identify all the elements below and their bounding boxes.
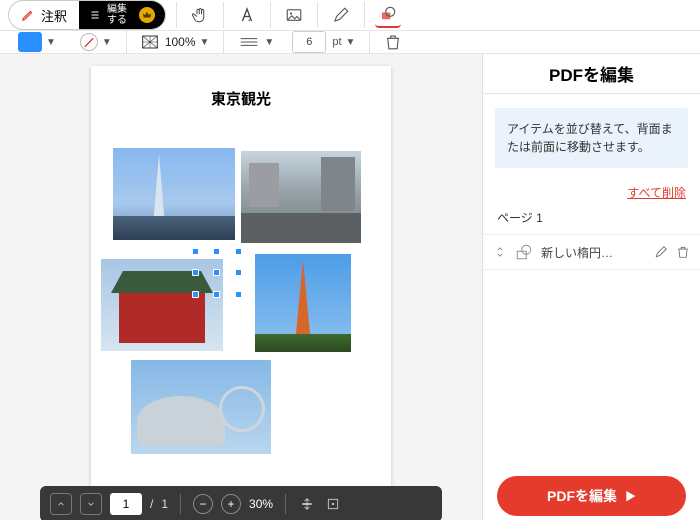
chevron-down-icon [86,499,96,509]
page-next-button[interactable] [80,493,102,515]
trash-icon[interactable] [676,245,690,259]
chevron-down-icon[interactable]: ▼ [346,37,356,48]
arrow-right-icon: ▶ [625,488,636,504]
image-tool[interactable] [281,2,307,28]
draw-tool[interactable] [328,2,354,28]
zoom-level: 30% [249,497,273,511]
property-toolbar: ▼ ▼ 100% ▼ ▼ 6 pt ▼ [0,31,700,54]
scale-value: 100% [165,35,196,49]
property-separator [369,31,370,53]
chevron-up-icon [56,499,66,509]
trash-icon[interactable] [384,33,402,51]
fill-color-swatch[interactable] [18,32,42,52]
hand-icon [191,6,209,24]
image-icon [285,6,303,24]
chevron-down-icon[interactable]: ▼ [102,37,112,48]
text-icon [238,6,256,24]
document-page[interactable]: 東京観光 [91,66,391,486]
document-title: 東京観光 [91,88,391,109]
main-area: 東京観光 [0,54,700,520]
crown-icon [142,10,152,20]
canvas-wrap: 東京観光 [0,54,482,520]
page-section-label: ページ 1 [483,205,700,235]
page-number-input[interactable]: 1 [110,493,142,515]
photo-stadium[interactable] [131,360,271,454]
page-total: 1 [161,497,168,511]
ellipse-icon [515,243,533,261]
lines-icon [89,9,101,21]
shape-tool[interactable] [375,2,401,28]
text-tool[interactable] [234,2,260,28]
pager-separator [180,494,181,514]
annotate-tab[interactable]: 注釈 [9,6,79,25]
fit-page-icon [326,497,340,511]
property-separator [223,31,224,53]
cta-label: PDFを編集 [547,486,617,506]
object-name: 新しい楕円… [541,244,646,261]
object-row[interactable]: 新しい楕円… [483,235,700,270]
toolbar-separator [223,2,224,28]
photo-street[interactable] [241,151,361,243]
selection-handles[interactable] [195,251,239,295]
no-fill[interactable] [80,33,98,51]
info-message: アイテムを並び替えて、背面または前面に移動させます。 [495,108,688,168]
shape-icon [379,5,397,23]
zoom-out-button[interactable]: − [193,494,213,514]
scale-selector[interactable] [141,35,159,49]
stroke-unit: pt [332,36,341,48]
page-sep: / [150,497,153,511]
toolbar-separator [176,2,177,28]
page-navigation-bar: 1 / 1 − + 30% [40,486,442,520]
grid-icon [142,35,158,49]
edit-icon[interactable] [654,245,668,259]
edit-label: 編集する [107,4,127,26]
chevron-down-icon[interactable]: ▼ [200,37,210,48]
hand-tool[interactable] [187,2,213,28]
drag-handle-icon[interactable] [493,245,507,259]
page-prev-button[interactable] [50,493,72,515]
side-panel-title: PDFを編集 [483,54,700,94]
edit-tab[interactable]: 編集する [79,1,165,29]
delete-all-link[interactable]: すべて削除 [483,184,686,201]
premium-badge [139,7,155,23]
toolbar-separator [270,2,271,28]
line-style-icon[interactable] [238,37,260,47]
edit-pdf-button[interactable]: PDFを編集 ▶ [497,476,686,516]
chevron-down-icon[interactable]: ▼ [46,37,56,48]
photo-tokyotower[interactable] [255,254,351,352]
toolbar-separator [317,2,318,28]
canvas-viewport[interactable]: 東京観光 [0,54,482,486]
zoom-in-button[interactable]: + [221,494,241,514]
pager-separator [285,494,286,514]
property-separator [126,31,127,53]
pencil-icon [332,6,350,24]
chevron-down-icon[interactable]: ▼ [264,37,274,48]
side-panel: PDFを編集 アイテムを並び替えて、背面または前面に移動させます。 すべて削除 … [482,54,700,520]
pen-icon [21,8,35,22]
stroke-width-input[interactable]: 6 [292,31,326,53]
top-toolbar: 注釈 編集する [0,0,700,31]
annotate-label: 注釈 [41,6,67,25]
photo-skytree[interactable] [113,148,235,240]
fit-height-icon [300,497,314,511]
toolbar-separator [364,2,365,28]
fit-height-button[interactable] [298,495,316,513]
mode-pill: 注釈 編集する [8,0,166,30]
fit-page-button[interactable] [324,495,342,513]
